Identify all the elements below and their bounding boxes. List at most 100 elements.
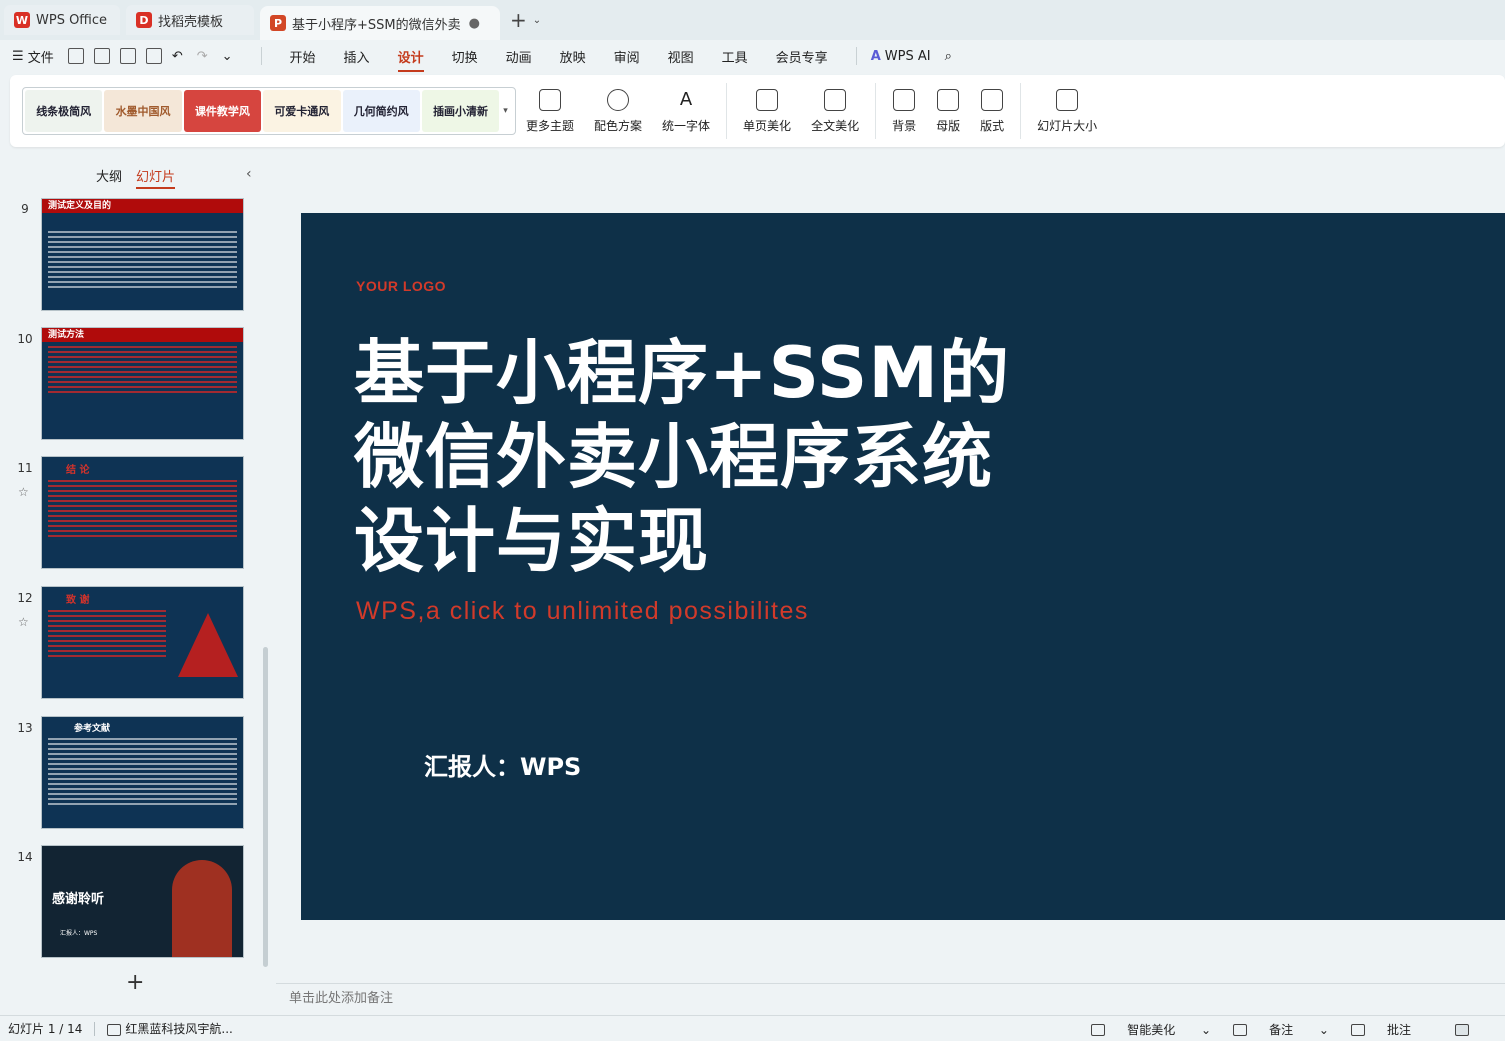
tab-slides[interactable]: 幻灯片 (136, 166, 176, 189)
slide-number: 11 (17, 461, 33, 475)
notes-field[interactable]: 单击此处添加备注 (276, 983, 1505, 1015)
slides-panel: 大纲 幻灯片 ‹ 9 测试定义及目的 10 测试方法 11 ☆ 结 论 12 ☆… (0, 152, 276, 1014)
file-menu-label: 文件 (27, 50, 54, 66)
wps-ai-button[interactable]: A WPS AI (871, 49, 931, 64)
ai-icon: A (870, 48, 881, 64)
master-button[interactable]: 母版 (936, 88, 960, 134)
slide-thumbnail[interactable]: 结 论 (41, 456, 244, 569)
theme-name-button[interactable]: 红黑蓝科技风宇航... (107, 1020, 233, 1037)
title-line: 微信外卖小程序系统 (354, 416, 993, 498)
add-slide-icon[interactable]: + (126, 970, 144, 995)
notes-label: 备注 (1269, 1022, 1294, 1037)
thumb-title: 参考文献 (74, 724, 111, 734)
button-label: 背景 (892, 118, 917, 133)
theme-item[interactable]: 课件教学风 (183, 90, 262, 132)
slide-canvas[interactable]: YOUR LOGO 基于小程序+SSM的 微信外卖小程序系统 设计与实现 WPS… (301, 213, 1505, 920)
tab-docer-templates[interactable]: D 找稻壳模板 (126, 5, 254, 35)
background-button[interactable]: 背景 (892, 88, 917, 134)
slide-thumbnail[interactable]: 测试方法 (41, 327, 244, 440)
docer-logo-icon: D (136, 12, 152, 28)
thumb-title: 致 谢 (66, 595, 90, 606)
wps-ai-label: WPS AI (884, 48, 931, 64)
menu-bar: ☰ 文件 ↶ ↷ ⌄ 开始 插入 设计 切换 动画 放映 审阅 视图 工具 会员… (0, 40, 1505, 72)
panel-scrollbar[interactable] (263, 647, 268, 967)
thumb-title: 感谢聆听 (52, 892, 105, 907)
tab-transitions[interactable]: 切换 (452, 47, 478, 66)
layout-button[interactable]: 版式 (980, 88, 1004, 134)
slide-subtitle[interactable]: WPS,a click to unlimited possibilites (356, 597, 809, 626)
print-icon[interactable] (119, 48, 136, 64)
smart-beautify-label: 智能美化 (1127, 1022, 1176, 1037)
theme-item[interactable]: 水墨中国风 (104, 90, 182, 132)
export-icon[interactable] (93, 48, 110, 64)
smart-beautify-button[interactable]: 智能美化 ⌄ (1091, 1021, 1211, 1038)
more-quick-icon[interactable]: ⌄ (222, 49, 233, 64)
print-preview-icon[interactable] (145, 48, 162, 64)
chevron-down-icon[interactable]: ⌄ (533, 15, 541, 26)
divider (875, 83, 877, 139)
reporter-text[interactable]: 汇报人：WPS (424, 747, 581, 782)
tab-view[interactable]: 视图 (668, 47, 694, 66)
tab-insert[interactable]: 插入 (344, 47, 370, 66)
palette-icon (607, 88, 630, 111)
slide-size-button[interactable]: 幻灯片大小 (1037, 88, 1098, 134)
close-icon[interactable]: ● (469, 16, 480, 31)
beautify-icon (1091, 1024, 1106, 1036)
normal-view-icon[interactable] (1455, 1022, 1491, 1036)
slide-thumbnail[interactable]: 测试定义及目的 (41, 198, 244, 311)
master-icon (937, 88, 960, 111)
file-menu[interactable]: ☰ 文件 (12, 47, 54, 66)
wps-logo-icon: W (14, 12, 30, 28)
layout-icon (981, 88, 1004, 111)
slide-number: 9 (21, 202, 29, 216)
slide-counter: 幻灯片 1 / 14 (8, 1022, 83, 1036)
theme-item[interactable]: 线条极简风 (25, 90, 103, 132)
theme-gallery: 线条极简风 水墨中国风 课件教学风 可爱卡通风 几何简约风 插画小清新 ▾ (22, 87, 516, 135)
notes-icon (1233, 1024, 1248, 1036)
button-label: 幻灯片大小 (1037, 118, 1098, 133)
more-themes-button[interactable]: 更多主题 (526, 88, 574, 134)
magic-page-icon (756, 88, 779, 111)
tab-review[interactable]: 审阅 (614, 47, 640, 66)
new-tab-icon[interactable]: + (510, 8, 527, 32)
divider (94, 1021, 96, 1036)
theme-item[interactable]: 可爱卡通风 (263, 90, 341, 132)
slide-thumbnail[interactable]: 参考文献 (41, 716, 244, 829)
tab-label: 找稻壳模板 (158, 14, 224, 30)
expand-gallery-icon[interactable]: ▾ (503, 106, 513, 116)
tab-member[interactable]: 会员专享 (776, 47, 828, 66)
notes-toggle-button[interactable]: 备注 ⌄ (1233, 1021, 1329, 1038)
comments-button[interactable]: 批注 (1350, 1021, 1433, 1038)
tab-wps-office[interactable]: W WPS Office (4, 5, 120, 35)
undo-icon[interactable]: ↶ (172, 49, 183, 64)
theme-item[interactable]: 插画小清新 (421, 90, 500, 132)
tab-label: WPS Office (36, 12, 108, 28)
star-icon[interactable]: ☆ (18, 485, 29, 499)
search-icon[interactable]: ⌕ (945, 49, 952, 64)
tab-design[interactable]: 设计 (397, 47, 424, 72)
redo-icon[interactable]: ↷ (197, 49, 208, 64)
unify-font-button[interactable]: A 统一字体 (662, 89, 710, 134)
beautify-all-button[interactable]: 全文美化 (811, 88, 859, 134)
cube-icon (824, 88, 847, 111)
tab-tools[interactable]: 工具 (722, 47, 748, 66)
star-icon[interactable]: ☆ (18, 615, 29, 629)
theme-name-label: 红黑蓝科技风宇航... (125, 1022, 233, 1036)
slide-thumbnail[interactable]: 致 谢 (41, 586, 244, 699)
theme-item[interactable]: 几何简约风 (342, 90, 420, 132)
slide-number: 10 (17, 332, 33, 346)
collapse-panel-icon[interactable]: ‹ (246, 166, 252, 182)
color-scheme-button[interactable]: 配色方案 (594, 88, 642, 134)
comments-label: 批注 (1386, 1022, 1411, 1037)
tab-animations[interactable]: 动画 (506, 47, 532, 66)
save-icon[interactable] (67, 48, 84, 64)
status-right: 智能美化 ⌄ 备注 ⌄ 批注 (1091, 1016, 1505, 1041)
tab-outline[interactable]: 大纲 (96, 166, 122, 189)
tab-home[interactable]: 开始 (290, 47, 316, 66)
comment-icon (1350, 1024, 1365, 1036)
tab-current-presentation[interactable]: P 基于小程序+SSM的微信外卖 ● (260, 6, 500, 40)
slide-thumbnail[interactable]: 感谢聆听 汇报人：WPS (41, 845, 244, 958)
tab-slideshow[interactable]: 放映 (560, 47, 586, 66)
slide-title[interactable]: 基于小程序+SSM的 微信外卖小程序系统 设计与实现 (354, 331, 1054, 583)
beautify-page-button[interactable]: 单页美化 (743, 88, 791, 134)
